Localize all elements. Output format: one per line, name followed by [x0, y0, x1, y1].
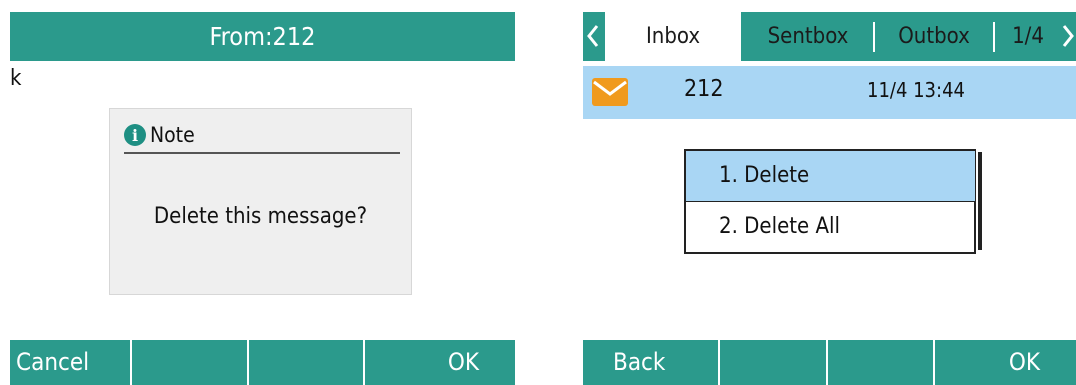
tab-inbox[interactable]: Inbox: [605, 12, 741, 61]
back-button[interactable]: Back: [583, 340, 721, 385]
message-title: From:212: [10, 12, 515, 61]
ok-button[interactable]: OK: [934, 340, 1076, 385]
dialog-header: i Note: [124, 118, 400, 154]
chevron-left-icon[interactable]: [586, 24, 600, 48]
menu-item-delete-all[interactable]: 2. Delete All: [686, 202, 975, 252]
menu-scrollbar[interactable]: [978, 152, 982, 250]
delete-confirm-dialog: i Note Delete this message?: [109, 108, 412, 295]
tab-sentbox[interactable]: Sentbox: [743, 12, 873, 61]
chevron-right-icon[interactable]: [1061, 24, 1075, 48]
message-time: 11/4 13:44: [867, 78, 965, 102]
tab-divider: [993, 22, 995, 52]
message-list-item[interactable]: 212 11/4 13:44: [583, 66, 1076, 119]
ok-button[interactable]: OK: [364, 340, 515, 385]
dialog-title: Note: [150, 123, 195, 147]
softkey-3[interactable]: [248, 340, 365, 385]
tab-page-indicator: 1/4: [1012, 24, 1044, 49]
menu-item-delete[interactable]: 1. Delete: [686, 151, 975, 201]
softkey-2[interactable]: [720, 340, 828, 385]
message-view-screen: From:212 k i Note Delete this message? C…: [0, 0, 515, 385]
tab-divider: [873, 22, 875, 52]
softkey-bar: Cancel OK: [10, 340, 515, 385]
softkey-bar: Back OK: [583, 340, 1076, 385]
cancel-button[interactable]: Cancel: [10, 340, 133, 385]
message-list-screen: Inbox Sentbox Outbox 1/4 212 11/4 13:44 …: [583, 0, 1076, 385]
dialog-message: Delete this message?: [153, 204, 368, 229]
softkey-3[interactable]: [827, 340, 935, 385]
tab-bar: Inbox Sentbox Outbox 1/4: [583, 12, 1076, 61]
message-sender: 212: [684, 76, 724, 102]
tab-outbox[interactable]: Outbox: [877, 12, 991, 61]
info-icon: i: [124, 124, 146, 146]
message-body: k: [10, 66, 22, 91]
envelope-icon: [592, 78, 628, 106]
softkey-2[interactable]: [132, 340, 249, 385]
option-menu: 1. Delete 2. Delete All: [684, 149, 976, 254]
